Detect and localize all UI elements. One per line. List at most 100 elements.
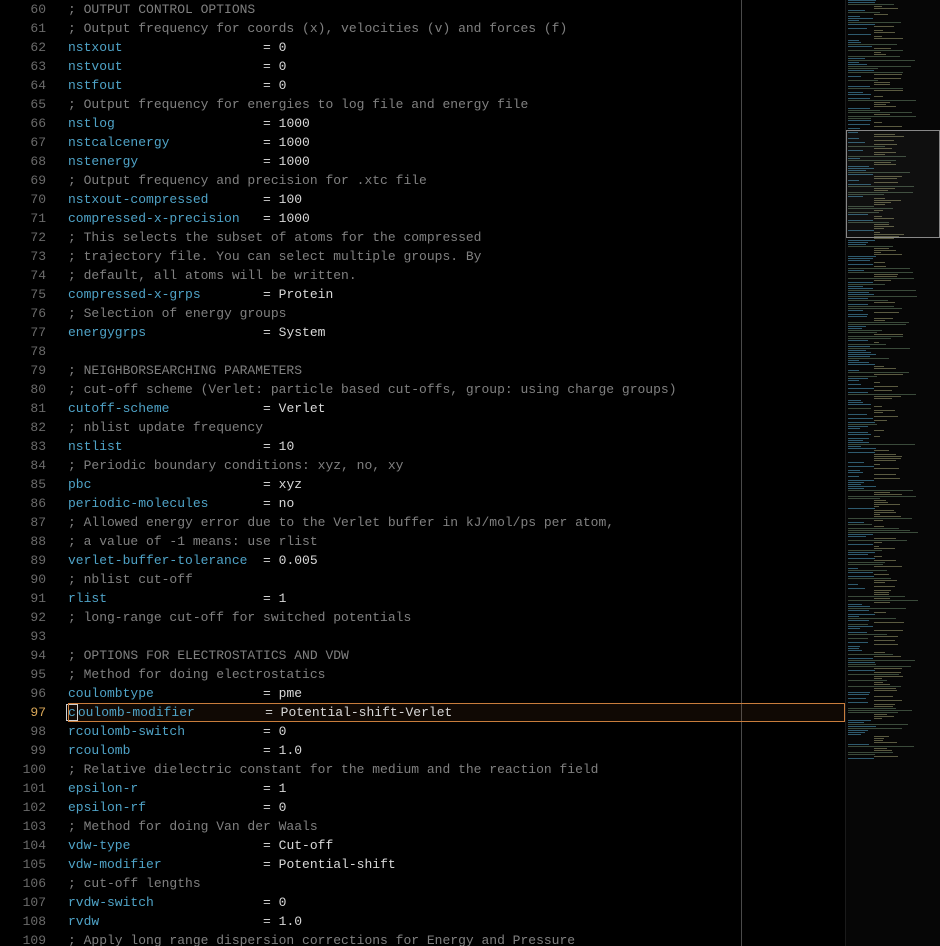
code-line[interactable]: rvdw = 1.0 — [68, 912, 845, 931]
line-number: 103 — [0, 817, 46, 836]
code-line[interactable]: ; OPTIONS FOR ELECTROSTATICS AND VDW — [68, 646, 845, 665]
editor-container: 6061626364656667686970717273747576777879… — [0, 0, 940, 946]
minimap-line — [848, 242, 868, 243]
code-line[interactable]: coulombtype = pme — [68, 684, 845, 703]
minimap-line — [848, 28, 867, 29]
code-line[interactable]: ; cut-off scheme (Verlet: particle based… — [68, 380, 845, 399]
code-line[interactable]: ; Output frequency for coords (x), veloc… — [68, 19, 845, 38]
minimap-line — [848, 638, 868, 639]
code-line[interactable]: rlist = 1 — [68, 589, 845, 608]
minimap-line — [874, 520, 883, 521]
minimap-line — [848, 404, 871, 405]
minimap-line — [874, 254, 902, 255]
code-line[interactable]: compressed-x-grps = Protein — [68, 285, 845, 304]
code-line[interactable]: epsilon-rf = 0 — [68, 798, 845, 817]
equals-sign: = — [263, 116, 279, 131]
code-line[interactable]: ; Periodic boundary conditions: xyz, no,… — [68, 456, 845, 475]
minimap-line — [848, 338, 891, 339]
line-number: 65 — [0, 95, 46, 114]
comment-text: ; This selects the subset of atoms for t… — [68, 230, 481, 245]
comment-text: ; Selection of energy groups — [68, 306, 286, 321]
code-line[interactable]: ; a value of -1 means: use rlist — [68, 532, 845, 551]
code-line[interactable]: vdw-type = Cut-off — [68, 836, 845, 855]
equals-sign: = — [263, 591, 279, 606]
code-line[interactable]: verlet-buffer-tolerance = 0.005 — [68, 551, 845, 570]
code-line[interactable]: nstfout = 0 — [68, 76, 845, 95]
minimap-line — [874, 630, 903, 631]
minimap-line — [848, 418, 873, 419]
minimap-line — [848, 544, 873, 545]
equals-sign: = — [263, 477, 279, 492]
param-value: 1.0 — [279, 914, 302, 929]
minimap-line — [848, 576, 874, 577]
minimap-viewport[interactable] — [846, 130, 940, 238]
minimap-line — [874, 390, 892, 391]
code-area[interactable]: 6061626364656667686970717273747576777879… — [0, 0, 845, 946]
minimap-line — [848, 540, 907, 541]
param-key: nstlist — [68, 439, 123, 454]
line-number: 98 — [0, 722, 46, 741]
code-line[interactable]: cutoff-scheme = Verlet — [68, 399, 845, 418]
code-line[interactable]: rvdw-switch = 0 — [68, 893, 845, 912]
code-line[interactable]: ; Method for doing Van der Waals — [68, 817, 845, 836]
param-key: coulombtype — [68, 686, 154, 701]
code-line[interactable] — [68, 342, 845, 361]
minimap[interactable] — [845, 0, 940, 946]
code-line[interactable]: ; Selection of energy groups — [68, 304, 845, 323]
code-line[interactable]: nstcalcenergy = 1000 — [68, 133, 845, 152]
param-value: 1000 — [279, 211, 310, 226]
code-line[interactable]: ; default, all atoms will be written. — [68, 266, 845, 285]
code-line[interactable]: nstxout = 0 — [68, 38, 845, 57]
minimap-line — [874, 48, 891, 49]
minimap-line — [848, 12, 880, 13]
minimap-line — [874, 238, 894, 239]
minimap-line — [848, 332, 877, 333]
code-line[interactable] — [68, 627, 845, 646]
minimap-line — [874, 104, 886, 105]
minimap-line — [848, 92, 863, 93]
code-line[interactable]: ; NEIGHBORSEARCHING PARAMETERS — [68, 361, 845, 380]
code-line[interactable]: nstlist = 10 — [68, 437, 845, 456]
code-line[interactable]: ; Apply long range dispersion correction… — [68, 931, 845, 946]
code-line[interactable]: ; nblist cut-off — [68, 570, 845, 589]
code-line[interactable]: periodic-molecules = no — [68, 494, 845, 513]
minimap-line — [874, 716, 894, 717]
code-line[interactable]: epsilon-r = 1 — [68, 779, 845, 798]
code-line[interactable]: ; cut-off lengths — [68, 874, 845, 893]
code-line[interactable]: ; nblist update frequency — [68, 418, 845, 437]
code-line[interactable]: rcoulomb = 1.0 — [68, 741, 845, 760]
code-line[interactable]: ; Allowed energy error due to the Verlet… — [68, 513, 845, 532]
line-number: 71 — [0, 209, 46, 228]
minimap-line — [848, 730, 868, 731]
code-line[interactable]: rcoulomb-switch = 0 — [68, 722, 845, 741]
code-line[interactable]: vdw-modifier = Potential-shift — [68, 855, 845, 874]
minimap-line — [848, 294, 874, 295]
code-line[interactable]: coulomb-modifier = Potential-shift-Verle… — [68, 703, 845, 722]
minimap-line — [874, 90, 903, 91]
line-number: 73 — [0, 247, 46, 266]
code-line[interactable]: ; OUTPUT CONTROL OPTIONS — [68, 0, 845, 19]
code-line[interactable]: ; Output frequency and precision for .xt… — [68, 171, 845, 190]
minimap-line — [874, 678, 882, 679]
code-line[interactable]: nstxout-compressed = 100 — [68, 190, 845, 209]
minimap-line — [848, 256, 876, 257]
code-line[interactable]: ; Output frequency for energies to log f… — [68, 95, 845, 114]
code-line[interactable]: energygrps = System — [68, 323, 845, 342]
code-line[interactable]: nstvout = 0 — [68, 57, 845, 76]
code-line[interactable]: nstlog = 1000 — [68, 114, 845, 133]
minimap-line — [848, 268, 910, 269]
code-body[interactable]: ; OUTPUT CONTROL OPTIONS; Output frequen… — [58, 0, 845, 946]
minimap-line — [848, 648, 859, 649]
minimap-line — [874, 248, 889, 249]
code-line[interactable]: ; trajectory file. You can select multip… — [68, 247, 845, 266]
code-line[interactable]: ; This selects the subset of atoms for t… — [68, 228, 845, 247]
code-line[interactable]: ; Method for doing electrostatics — [68, 665, 845, 684]
comment-text: ; Periodic boundary conditions: xyz, no,… — [68, 458, 403, 473]
minimap-line — [848, 118, 871, 119]
minimap-line — [874, 502, 888, 503]
code-line[interactable]: compressed-x-precision = 1000 — [68, 209, 845, 228]
code-line[interactable]: nstenergy = 1000 — [68, 152, 845, 171]
code-line[interactable]: ; long-range cut-off for switched potent… — [68, 608, 845, 627]
code-line[interactable]: pbc = xyz — [68, 475, 845, 494]
code-line[interactable]: ; Relative dielectric constant for the m… — [68, 760, 845, 779]
